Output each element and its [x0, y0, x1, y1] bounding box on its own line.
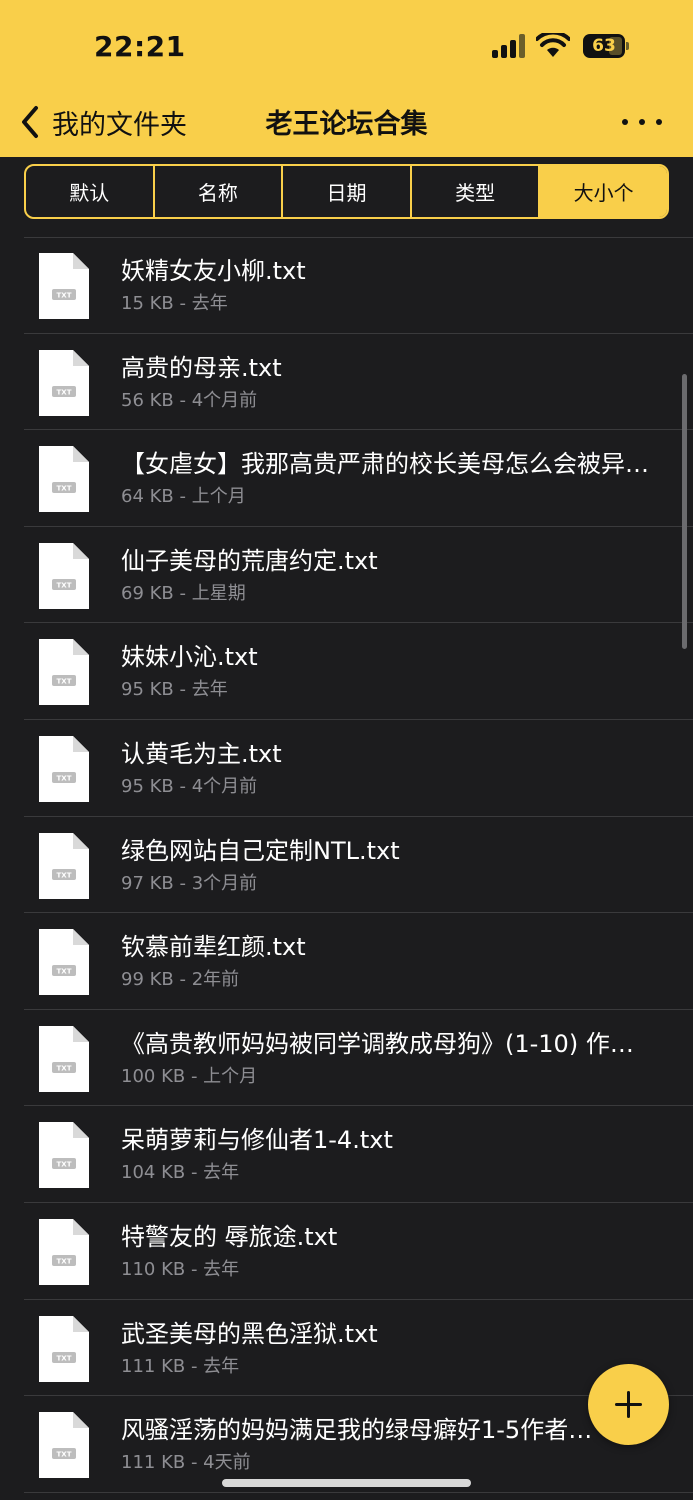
file-meta: 97 KB - 3个月前: [121, 872, 258, 894]
battery-level: 63: [592, 36, 616, 56]
txt-file-icon: TXT: [39, 929, 89, 996]
back-button[interactable]: 我的文件夹: [18, 100, 187, 144]
file-type-label: TXT: [57, 388, 72, 396]
file-name: 《高贵教师妈妈被同学调教成母狗》(1-10) 作…: [121, 1029, 634, 1058]
file-meta: 100 KB - 上个月: [121, 1065, 258, 1087]
txt-file-icon: TXT: [39, 1412, 89, 1479]
more-options-button[interactable]: [622, 112, 662, 132]
file-row[interactable]: TXT 认黄毛为主.txt 95 KB - 4个月前: [0, 720, 693, 817]
file-type-label: TXT: [57, 968, 72, 976]
file-list: TXT 妖精女友小柳.txt 15 KB - 去年 TXT 高贵的母亲.txt …: [0, 237, 693, 1493]
file-meta: 56 KB - 4个月前: [121, 389, 258, 411]
file-type-label: TXT: [57, 678, 72, 686]
file-row[interactable]: TXT 钦慕前辈红颜.txt 99 KB - 2年前: [0, 913, 693, 1010]
wifi-icon: [536, 33, 570, 57]
txt-file-icon: TXT: [39, 349, 89, 416]
file-name: 妹妹小沁.txt: [121, 643, 258, 672]
file-meta: 99 KB - 2年前: [121, 969, 240, 991]
file-row[interactable]: TXT 呆萌萝莉与修仙者1-4.txt 104 KB - 去年: [0, 1106, 693, 1203]
scrollbar[interactable]: [682, 374, 687, 649]
file-type-label: TXT: [57, 1354, 72, 1362]
file-type-label: TXT: [57, 1451, 72, 1459]
file-row[interactable]: TXT 绿色网站自己定制NTL.txt 97 KB - 3个月前: [0, 817, 693, 914]
file-name: 仙子美母的荒唐约定.txt: [121, 546, 378, 575]
sort-tab-size[interactable]: 大小个: [540, 166, 667, 217]
file-meta: 95 KB - 4个月前: [121, 775, 258, 797]
file-meta: 110 KB - 去年: [121, 1258, 240, 1280]
file-name: 高贵的母亲.txt: [121, 353, 282, 382]
txt-file-icon: TXT: [39, 1218, 89, 1285]
battery-icon: 63: [583, 34, 629, 58]
txt-file-icon: TXT: [39, 832, 89, 899]
file-type-label: TXT: [57, 1257, 72, 1265]
file-row[interactable]: TXT 高贵的母亲.txt 56 KB - 4个月前: [0, 334, 693, 431]
txt-file-icon: TXT: [39, 639, 89, 706]
file-name: 认黄毛为主.txt: [121, 739, 282, 768]
ellipsis-icon: [622, 119, 628, 125]
file-type-label: TXT: [57, 774, 72, 782]
file-name: 妖精女友小柳.txt: [121, 257, 306, 285]
txt-file-icon: TXT: [39, 1122, 89, 1189]
file-row[interactable]: TXT 妹妹小沁.txt 95 KB - 去年: [0, 623, 693, 720]
file-type-label: TXT: [57, 1161, 72, 1169]
file-name: 【女虐女】我那高贵严肃的校长美母怎么会被异…: [121, 450, 649, 479]
sort-tab-name[interactable]: 名称: [155, 166, 284, 217]
file-meta: 104 KB - 去年: [121, 1162, 240, 1184]
file-type-label: TXT: [57, 581, 72, 589]
file-name: 绿色网站自己定制NTL.txt: [121, 836, 400, 865]
back-label: 我的文件夹: [52, 109, 187, 141]
txt-file-icon: TXT: [39, 446, 89, 513]
file-name: 特警友的 辱旅途.txt: [121, 1222, 338, 1251]
file-row[interactable]: TXT 《高贵教师妈妈被同学调教成母狗》(1-10) 作… 100 KB - 上…: [0, 1010, 693, 1107]
txt-file-icon: TXT: [39, 1025, 89, 1092]
file-meta: 95 KB - 去年: [121, 679, 228, 701]
sort-segmented-control: 默认 名称 日期 类型 大小个: [24, 164, 669, 219]
file-meta: 15 KB - 去年: [121, 293, 228, 314]
add-button[interactable]: [588, 1364, 669, 1445]
file-name: 钦慕前辈红颜.txt: [121, 933, 306, 962]
file-row[interactable]: TXT 特警友的 辱旅途.txt 110 KB - 去年: [0, 1203, 693, 1300]
txt-file-icon: TXT: [39, 1315, 89, 1382]
file-meta: 69 KB - 上星期: [121, 582, 246, 604]
status-time: 22:21: [94, 30, 186, 63]
sort-tab-date[interactable]: 日期: [283, 166, 412, 217]
file-meta: 111 KB - 4天前: [121, 1452, 251, 1474]
file-row[interactable]: TXT 仙子美母的荒唐约定.txt 69 KB - 上星期: [0, 527, 693, 624]
file-meta: 111 KB - 去年: [121, 1355, 240, 1377]
file-type-label: TXT: [57, 485, 72, 493]
file-type-label: TXT: [57, 1064, 72, 1072]
file-row[interactable]: TXT 【女虐女】我那高贵严肃的校长美母怎么会被异… 64 KB - 上个月: [0, 430, 693, 527]
txt-file-icon: TXT: [39, 542, 89, 609]
file-meta: 64 KB - 上个月: [121, 486, 246, 508]
txt-file-icon: TXT: [39, 253, 89, 319]
file-type-label: TXT: [57, 871, 72, 879]
file-row[interactable]: TXT 武圣美母的黑色淫狱.txt 111 KB - 去年: [0, 1300, 693, 1397]
chevron-left-icon: [22, 106, 38, 138]
home-indicator: [222, 1479, 471, 1487]
header-bar: 22:21 63 我的文件夹 老王论坛合集: [0, 0, 693, 157]
file-type-label: TXT: [57, 292, 72, 300]
file-browser-screen: 22:21 63 我的文件夹 老王论坛合集 默认 名称 日期 类型 大小个 TX…: [0, 0, 693, 1500]
sort-tab-default[interactable]: 默认: [26, 166, 155, 217]
sort-tab-type[interactable]: 类型: [412, 166, 541, 217]
cellular-signal-icon: [492, 34, 530, 58]
file-row[interactable]: TXT 妖精女友小柳.txt 15 KB - 去年: [0, 237, 693, 334]
txt-file-icon: TXT: [39, 735, 89, 802]
file-name: 武圣美母的黑色淫狱.txt: [121, 1319, 378, 1348]
file-name: 呆萌萝莉与修仙者1-4.txt: [121, 1126, 393, 1155]
